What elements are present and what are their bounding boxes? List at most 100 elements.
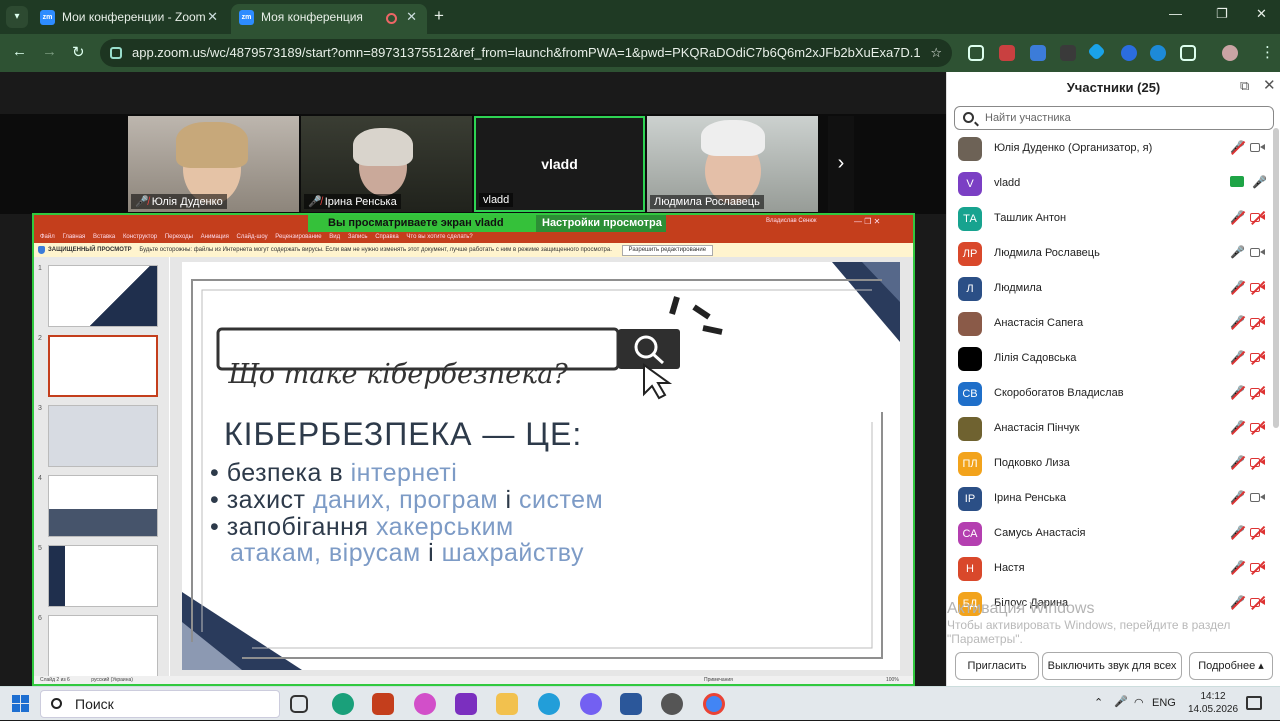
minimize-icon[interactable]: —: [1169, 6, 1182, 21]
close-panel-icon[interactable]: ✕: [1263, 76, 1276, 94]
participant-list-scrollbar[interactable]: [1273, 128, 1279, 428]
extension-icon[interactable]: [1060, 45, 1076, 61]
ppt-menu-item[interactable]: Конструктор: [123, 234, 157, 240]
camera-off-icon[interactable]: [1250, 280, 1266, 295]
copilot-icon[interactable]: [414, 693, 436, 715]
slide-thumbnail[interactable]: [48, 405, 158, 467]
profile-avatar[interactable]: [1222, 45, 1238, 61]
participant-row[interactable]: Анастасія Сапега 🎤: [947, 307, 1273, 342]
mic-muted-icon[interactable]: 🎤: [1230, 525, 1245, 541]
mic-muted-icon[interactable]: 🎤: [1230, 350, 1245, 366]
video-tile[interactable]: 🎤̸ Юлія Дуденко: [128, 116, 299, 212]
ppt-menu-item[interactable]: Вставка: [93, 234, 115, 240]
pop-out-icon[interactable]: ⧉: [1240, 78, 1249, 94]
camera-off-icon[interactable]: [1250, 455, 1266, 470]
site-info-icon[interactable]: [110, 47, 122, 59]
tab-my-meetings[interactable]: zm Мои конференции - Zoom ✕: [32, 4, 228, 34]
participant-row[interactable]: ЛР Людмила Рославець 🎤: [947, 237, 1273, 272]
slide-thumbnail[interactable]: [48, 265, 158, 327]
bookmark-star-icon[interactable]: ☆: [930, 39, 942, 67]
mic-muted-icon[interactable]: 🎤: [1230, 140, 1245, 156]
mic-muted-icon[interactable]: 🎤: [1230, 210, 1245, 226]
mic-muted-icon[interactable]: 🎤: [1230, 280, 1245, 296]
participant-row[interactable]: СВ Скоробогатов Владислав 🎤: [947, 377, 1273, 412]
notifications-icon[interactable]: [1246, 696, 1262, 710]
camera-icon[interactable]: [1250, 491, 1266, 503]
ppt-menu-item[interactable]: Справка: [375, 234, 399, 240]
back-icon[interactable]: ←: [12, 43, 27, 60]
edge-extension-icon[interactable]: [1150, 45, 1166, 61]
mic-muted-icon[interactable]: 🎤: [1230, 385, 1245, 401]
ppt-menu-item[interactable]: Главная: [62, 234, 85, 240]
ppt-menu-item[interactable]: Переходы: [165, 234, 193, 240]
mic-muted-icon[interactable]: 🎤: [1230, 455, 1245, 471]
next-videos-icon[interactable]: ›: [828, 116, 854, 212]
mic-icon[interactable]: 🎤: [1252, 175, 1267, 191]
powerpoint-icon[interactable]: [372, 693, 394, 715]
viber-icon[interactable]: [580, 693, 602, 715]
close-window-icon[interactable]: ✕: [1256, 6, 1267, 22]
camera-off-icon[interactable]: [1250, 525, 1266, 540]
camera-off-icon[interactable]: [1250, 560, 1266, 575]
notes-button[interactable]: Примечания: [704, 676, 733, 684]
invite-button[interactable]: Пригласить: [955, 652, 1039, 680]
chrome-icon[interactable]: [703, 693, 725, 715]
browser-menu-icon[interactable]: ⋮: [1260, 43, 1275, 61]
video-tile[interactable]: 🎤̸ Ірина Ренська: [301, 116, 472, 212]
participant-row[interactable]: ІР Ірина Ренська 🎤: [947, 482, 1273, 517]
view-options-button[interactable]: Настройки просмотра: [536, 215, 666, 232]
slide-thumbnail[interactable]: [48, 475, 158, 537]
extension-icon[interactable]: [1087, 42, 1106, 61]
tab-search-dropdown-icon[interactable]: ▾: [6, 6, 28, 28]
mic-muted-icon[interactable]: 🎤: [1230, 560, 1245, 576]
screenshot-icon[interactable]: [968, 45, 984, 61]
show-hidden-icons-icon[interactable]: ⌃: [1094, 696, 1103, 709]
ppt-menu-item[interactable]: Запись: [348, 234, 368, 240]
mute-all-button[interactable]: Выключить звук для всех: [1042, 652, 1182, 680]
telegram-icon[interactable]: [538, 693, 560, 715]
participant-row[interactable]: СА Самусь Анастасія 🎤: [947, 517, 1273, 552]
extension-icon[interactable]: [999, 45, 1015, 61]
ppt-menu-item[interactable]: Вид: [329, 234, 340, 240]
taskbar-search-input[interactable]: Поиск: [40, 690, 280, 718]
file-explorer-icon[interactable]: [496, 693, 518, 715]
participant-row[interactable]: Лілія Садовська 🎤: [947, 342, 1273, 377]
slide-thumbnail[interactable]: [48, 615, 158, 677]
slide-thumbnail-selected[interactable]: [48, 335, 158, 397]
camera-icon[interactable]: [1250, 246, 1266, 258]
enable-editing-button[interactable]: Разрешить редактирование: [621, 245, 714, 256]
word-icon[interactable]: [620, 693, 642, 715]
slide-thumbnail[interactable]: [48, 545, 158, 607]
ppt-menu-item[interactable]: Что вы хотите сделать?: [406, 234, 472, 240]
camera-off-icon[interactable]: [1250, 315, 1266, 330]
reload-icon[interactable]: ↻: [72, 43, 85, 61]
app-icon[interactable]: [661, 693, 683, 715]
wifi-icon[interactable]: ◠: [1134, 696, 1144, 709]
camera-off-icon[interactable]: [1250, 210, 1266, 225]
video-tile[interactable]: Людмила Рославець: [647, 116, 818, 212]
mic-icon[interactable]: 🎤: [1230, 245, 1245, 261]
mic-muted-icon[interactable]: 🎤: [1230, 420, 1245, 436]
current-slide[interactable]: Що таке кібербезпека? КІБЕРБЕЗПЕКА — ЦЕ:…: [182, 262, 900, 670]
tab-my-meeting[interactable]: zm Моя конференция ✕: [231, 4, 427, 34]
translate-icon[interactable]: [1030, 45, 1046, 61]
close-tab-icon[interactable]: ✕: [207, 4, 218, 30]
task-view-icon[interactable]: [290, 695, 308, 713]
participant-row[interactable]: Юлія Дуденко (Организатор, я) 🎤: [947, 132, 1273, 167]
maximize-icon[interactable]: ❐: [1216, 6, 1228, 22]
participant-row[interactable]: Анастасія Пінчук 🎤: [947, 412, 1273, 447]
screen-share-icon[interactable]: [1230, 176, 1246, 188]
microphone-icon[interactable]: 🎤: [1114, 695, 1128, 708]
video-tile-active-speaker[interactable]: vladd vladd: [474, 116, 645, 212]
participant-row[interactable]: ТА Ташлик Антон 🎤: [947, 202, 1273, 237]
ppt-menu-item[interactable]: Слайд-шоу: [237, 234, 268, 240]
camera-icon[interactable]: [1250, 141, 1266, 153]
camera-off-icon[interactable]: [1250, 420, 1266, 435]
participant-search-input[interactable]: Найти участника: [954, 106, 1274, 130]
ppt-menu-item[interactable]: Анимация: [201, 234, 229, 240]
new-tab-icon[interactable]: +: [434, 6, 444, 26]
save-app-icon[interactable]: [455, 693, 477, 715]
close-tab-icon[interactable]: ✕: [406, 4, 417, 30]
input-language[interactable]: ENG: [1152, 697, 1176, 709]
mic-muted-icon[interactable]: 🎤: [1230, 315, 1245, 331]
